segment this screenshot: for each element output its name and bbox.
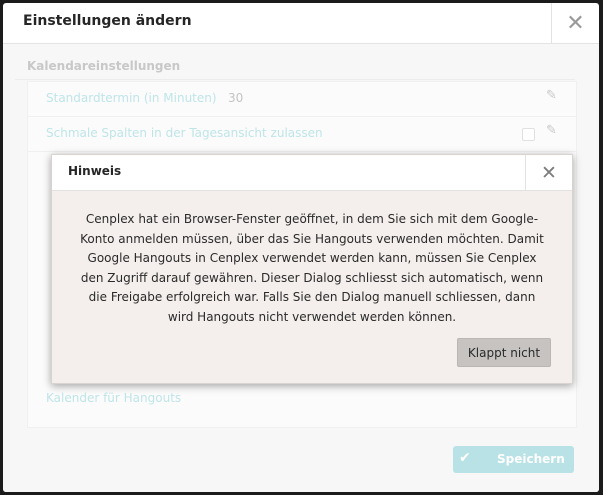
settings-dialog: Einstellungen ändern ✕ Kalendareinstellu… bbox=[3, 3, 599, 492]
settings-dialog-title: Einstellungen ändern bbox=[23, 13, 192, 29]
section-header: Kalendareinstellungen bbox=[15, 55, 575, 80]
settings-dialog-header: Einstellungen ändern ✕ bbox=[3, 3, 599, 44]
setting-label: Schmale Spalten in der Tagesansicht zula… bbox=[46, 126, 323, 140]
edit-icon[interactable]: ✎ bbox=[546, 88, 557, 103]
edit-icon[interactable]: ✎ bbox=[546, 123, 557, 138]
hint-dialog-title: Hinweis bbox=[68, 164, 122, 178]
check-icon: ✔ bbox=[459, 450, 471, 466]
setting-value: 30 bbox=[228, 91, 244, 105]
setting-label: Standardtermin (in Minuten) bbox=[46, 91, 217, 105]
hint-dialog-header: Hinweis ✕ bbox=[52, 155, 572, 191]
section-title: Kalendareinstellungen bbox=[27, 59, 181, 73]
setting-row-default-appointment: Standardtermin (in Minuten) 30 ✎ bbox=[28, 82, 576, 117]
narrow-columns-checkbox[interactable] bbox=[522, 128, 535, 141]
hint-dialog: Hinweis ✕ Cenplex hat ein Browser-Fenste… bbox=[51, 154, 573, 384]
setting-row-hangouts-calendar: Kalender für Hangouts bbox=[28, 382, 576, 416]
close-icon[interactable]: ✕ bbox=[526, 155, 572, 190]
setting-row-narrow-columns: Schmale Spalten in der Tagesansicht zula… bbox=[28, 117, 576, 152]
close-icon[interactable]: ✕ bbox=[552, 3, 599, 43]
save-button[interactable]: ✔ Speichern bbox=[453, 446, 574, 473]
save-button-label: Speichern bbox=[497, 452, 565, 466]
does-not-work-button[interactable]: Klappt nicht bbox=[457, 338, 551, 367]
setting-label: Kalender für Hangouts bbox=[46, 391, 182, 405]
hint-message: Cenplex hat ein Browser-Fenster geöffnet… bbox=[80, 212, 544, 324]
